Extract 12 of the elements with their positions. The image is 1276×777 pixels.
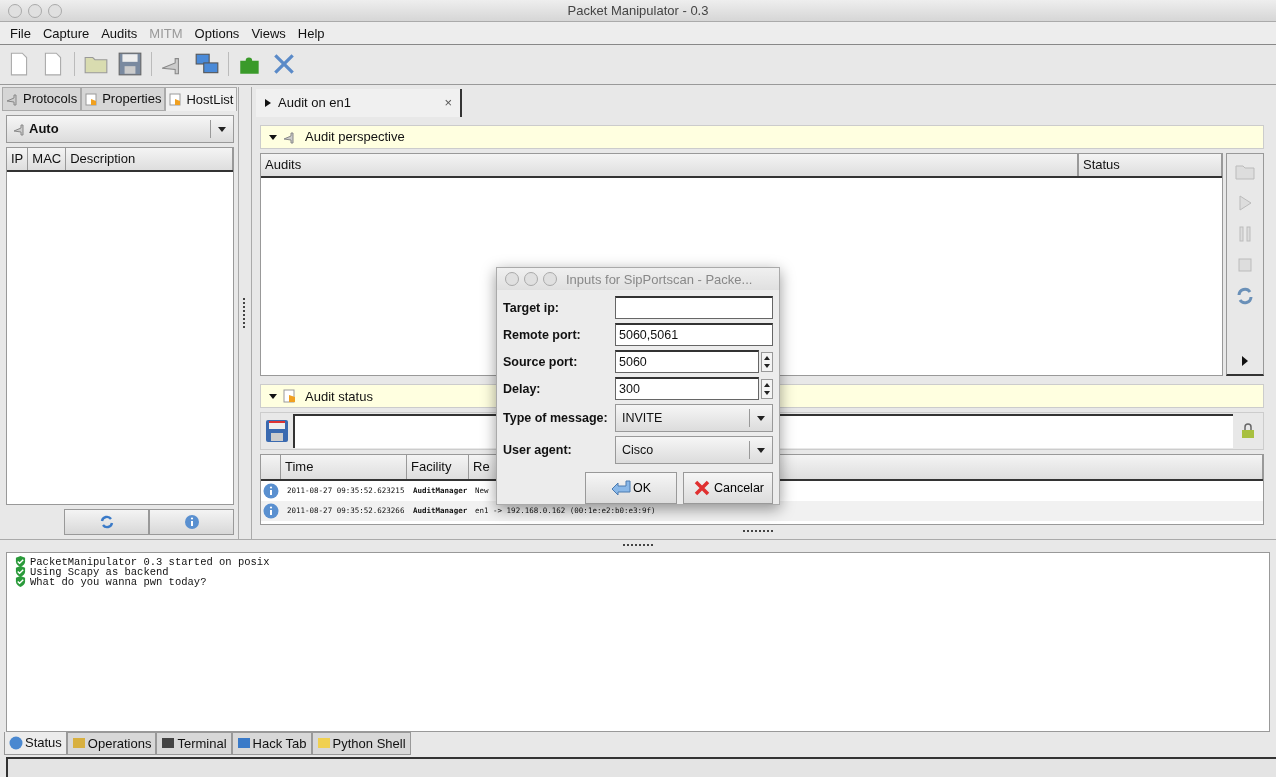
console-line: Using Scapy as backend (30, 565, 169, 578)
dialog-title: Inputs for SipPortscan - Packe... (566, 271, 753, 287)
field-label: Target ip: (503, 300, 561, 315)
field-label: User agent: (503, 443, 573, 457)
field-label: Delay: (503, 381, 542, 396)
window-title: Packet Manipulator - 0.3 (567, 3, 709, 19)
section-title: Audit status (305, 388, 373, 404)
field-label: Type of message: (503, 411, 609, 425)
field-label: Remote port: (503, 327, 582, 342)
field-label: Source port: (503, 354, 579, 369)
console-line: PacketManipulator 0.3 started on posix (30, 555, 270, 568)
section-title: Audit perspective (305, 129, 405, 145)
